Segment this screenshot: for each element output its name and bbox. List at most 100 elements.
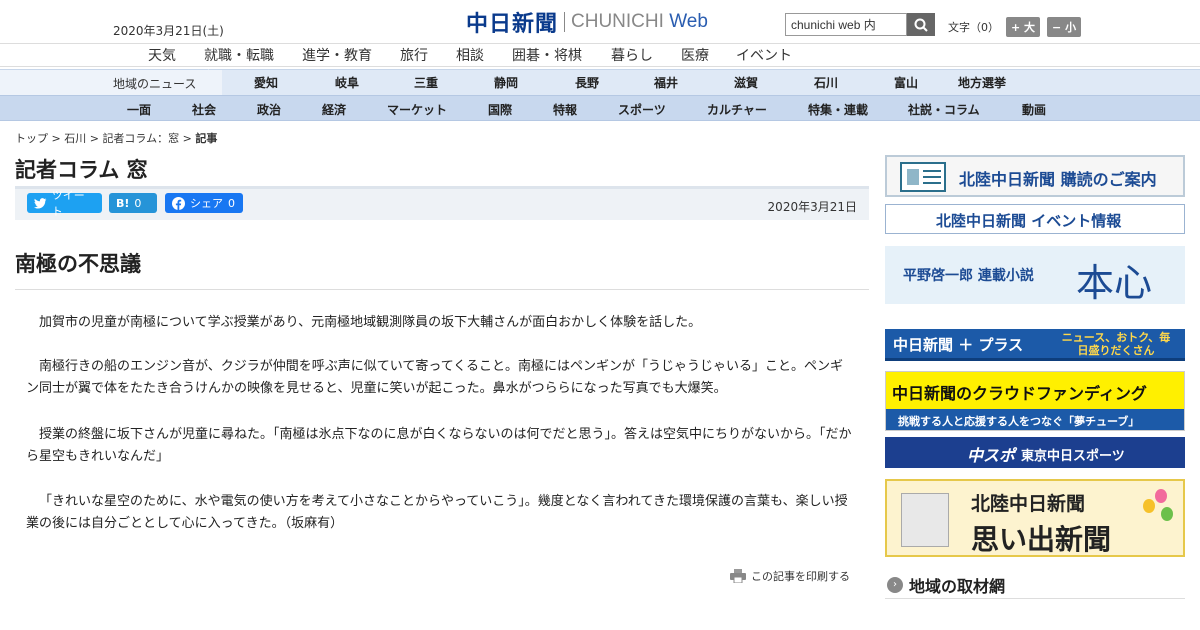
breadcrumb-current: 記事 [195, 132, 218, 145]
newspaper-icon [900, 162, 946, 192]
article-date: 2020年3月21日 [767, 200, 857, 214]
regional-network-heading[interactable]: › 地域の取材網 [885, 571, 1185, 599]
chunichi-sports-banner[interactable]: 中スポ 東京中日スポーツ [885, 437, 1185, 468]
nav-primary-item[interactable]: 就職・転職 [204, 45, 274, 65]
crowdfunding-title: 中日新聞のクラウドファンディング [892, 384, 1147, 403]
sidebar-next-section [885, 622, 1185, 630]
printer-icon [730, 569, 746, 583]
breadcrumb-link[interactable]: 石川 [64, 132, 86, 145]
breadcrumb: トップ > 石川 > 記者コラム：窓 > 記事 [15, 132, 218, 145]
chunichi-plus-title: 中日新聞 ＋ プラス [893, 336, 1024, 354]
nav-region-item[interactable]: 長野 [575, 74, 599, 91]
region-nav-arrow [208, 69, 222, 97]
site-header: 2020年3月21日(土) 中日新聞 CHUNICHI Web 文字（0） + … [0, 0, 1200, 43]
search-icon [914, 18, 928, 32]
font-size-label: 文字（0） [948, 21, 999, 34]
share-bar: ツイート B! 0 シェア 0 2020年3月21日 [15, 186, 869, 220]
nav-region-item[interactable]: 福井 [654, 74, 678, 91]
site-search [785, 13, 935, 36]
facebook-icon [172, 196, 185, 210]
nav-primary-item[interactable]: 医療 [681, 45, 709, 65]
hatena-bookmark-button[interactable]: B! 0 [109, 193, 157, 213]
breadcrumb-link[interactable]: 記者コラム：窓 [102, 132, 179, 145]
site-logo[interactable]: 中日新聞 CHUNICHI Web [466, 9, 708, 37]
chevron-right-icon: › [887, 576, 903, 593]
chunichi-sports-logo: 中スポ [967, 446, 1016, 465]
subscription-banner[interactable]: 北陸中日新聞 購読のご案内 [885, 155, 1185, 197]
nav-category-item[interactable]: カルチャー [707, 101, 767, 118]
tokyo-chunichi-sports-logo: 東京中日スポーツ [1021, 449, 1125, 464]
nav-region-item[interactable]: 静岡 [494, 74, 518, 91]
hatena-icon: B! [116, 196, 130, 210]
nav-primary-item[interactable]: イベント [736, 45, 792, 65]
regional-network-label: 地域の取材網 [909, 576, 1006, 596]
memory-newspaper-title: 思い出新聞 [971, 523, 1112, 556]
nav-category-item[interactable]: 動画 [1022, 101, 1046, 118]
memory-newspaper-banner[interactable]: 北陸中日新聞 思い出新聞 [885, 479, 1185, 557]
nav-category-item[interactable]: 特集・連載 [808, 101, 868, 118]
memory-newspaper-subtitle: 北陸中日新聞 [971, 493, 1086, 515]
search-button[interactable] [907, 13, 935, 36]
nav-category-item[interactable]: 社説・コラム [908, 101, 980, 118]
chunichi-plus-tagline: ニュース、おトク、毎日盛りだくさん [1061, 331, 1171, 357]
region-nav: 地域のニュース 愛知 岐阜 三重 静岡 長野 福井 滋賀 石川 富山 地方選挙 [0, 69, 1200, 97]
nav-category-item[interactable]: 政治 [257, 101, 281, 118]
facebook-share-button[interactable]: シェア 0 [165, 193, 243, 213]
nav-region-item[interactable]: 岐阜 [335, 74, 359, 91]
nav-primary-item[interactable]: 暮らし [611, 45, 653, 65]
nav-category-item[interactable]: マーケット [387, 101, 447, 118]
print-article-link[interactable]: この記事を印刷する [730, 568, 850, 584]
nav-category-item[interactable]: 一面 [127, 101, 151, 118]
nav-region-item[interactable]: 愛知 [254, 74, 278, 91]
column-title: 記者コラム 窓 [15, 158, 148, 182]
nav-category-item[interactable]: 国際 [488, 101, 512, 118]
nav-region-item[interactable]: 滋賀 [734, 74, 758, 91]
tweet-label: ツイート [51, 189, 85, 218]
event-info-banner[interactable]: 北陸中日新聞 イベント情報 [885, 204, 1185, 234]
nav-primary-item[interactable]: 囲碁・将棋 [512, 45, 582, 65]
crowdfunding-tagline: 挑戦する人と応援する人をつなぐ「夢チューブ」 [898, 415, 1140, 428]
article-headline: 南極の不思議 [15, 252, 141, 276]
share-label: シェア [190, 197, 223, 210]
region-nav-label: 地域のニュース [0, 70, 222, 96]
article-paragraph: 授業の終盤に坂下さんが児童に尋ねた。「南極は氷点下なのに息が白くならないのは何で… [26, 427, 852, 464]
serial-novel-banner[interactable]: 平野啓一郎 連載小説 本心 [885, 246, 1185, 304]
event-info-text: 北陸中日新聞 イベント情報 [936, 212, 1122, 230]
article-paragraph: 南極行きの船のエンジン音が、クジラが仲間を呼ぶ声に似ていて寄ってくること。南極に… [26, 359, 844, 396]
category-nav: 一面 社会 政治 経済 マーケット 国際 特報 スポーツ カルチャー 特集・連載… [0, 95, 1200, 121]
article-paragraph: 「きれいな星空のために、水や電気の使い方を考えて小さなことからやっていこう」。幾… [26, 494, 848, 531]
balloon-icon [1155, 489, 1167, 503]
twitter-bird-icon [34, 197, 47, 209]
nav-region-item[interactable]: 地方選挙 [958, 74, 1006, 91]
nav-primary-item[interactable]: 相談 [456, 45, 484, 65]
headline-divider [15, 289, 869, 290]
logo-text-jp: 中日新聞 [466, 11, 559, 37]
font-larger-button[interactable]: + 大 [1006, 17, 1041, 37]
nav-primary-item[interactable]: 旅行 [400, 45, 428, 65]
font-smaller-button[interactable]: − 小 [1047, 17, 1082, 37]
nav-primary-item[interactable]: 進学・教育 [302, 45, 372, 65]
logo-text-en: CHUNICHI Web [571, 11, 708, 32]
breadcrumb-link[interactable]: トップ [15, 132, 48, 145]
header-date: 2020年3月21日(土) [113, 24, 224, 38]
crowdfunding-banner[interactable]: 中日新聞のクラウドファンディング 挑戦する人と応援する人をつなぐ「夢チューブ」 [885, 371, 1185, 431]
nav-category-item[interactable]: 社会 [192, 101, 216, 118]
primary-nav: 天気 就職・転職 進学・教育 旅行 相談 囲碁・将棋 暮らし 医療 イベント [0, 43, 1200, 67]
nav-primary-item[interactable]: 天気 [148, 45, 176, 65]
nav-category-item[interactable]: 経済 [322, 101, 346, 118]
serial-novel-author: 平野啓一郎 連載小説 [903, 268, 1034, 284]
building-illustration [901, 493, 949, 547]
nav-region-item[interactable]: 富山 [894, 74, 918, 91]
nav-category-item[interactable]: スポーツ [618, 101, 666, 118]
nav-region-item[interactable]: 石川 [814, 74, 838, 91]
subscription-banner-text: 北陸中日新聞 購読のご案内 [959, 170, 1157, 189]
nav-category-item[interactable]: 特報 [553, 101, 577, 118]
chunichi-plus-banner[interactable]: 中日新聞 ＋ プラス ニュース、おトク、毎日盛りだくさん [885, 329, 1185, 361]
tweet-button[interactable]: ツイート [27, 189, 102, 218]
print-label: この記事を印刷する [751, 570, 850, 583]
search-input[interactable] [785, 13, 907, 36]
hatena-count: 0 [134, 196, 142, 210]
article-paragraph: 加賀市の児童が南極について学ぶ授業があり、元南極地域観測隊員の坂下大輔さんが面白… [39, 315, 702, 330]
share-count: 0 [228, 196, 235, 210]
nav-region-item[interactable]: 三重 [414, 74, 438, 91]
